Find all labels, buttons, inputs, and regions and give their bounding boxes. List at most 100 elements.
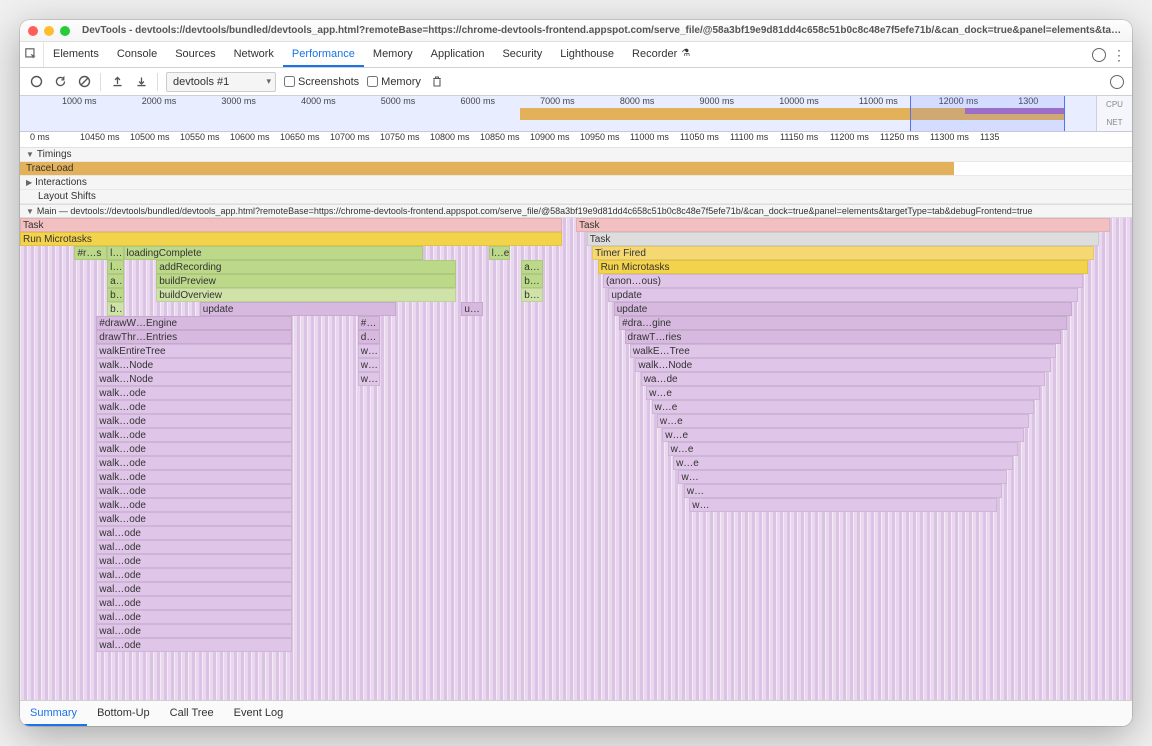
selection-range[interactable]	[910, 96, 1066, 131]
flame-entry[interactable]: walk…ode	[96, 470, 292, 484]
flame-entry[interactable]: #r…s	[74, 246, 107, 260]
tab-elements[interactable]: Elements	[44, 42, 108, 67]
flame-entry[interactable]: a…	[521, 260, 543, 274]
flame-entry[interactable]: a…	[107, 274, 123, 288]
tab-recorder[interactable]: Recorder ⚗	[623, 42, 699, 67]
flame-entry[interactable]: Task	[576, 218, 1110, 232]
flame-entry[interactable]: walk…ode	[96, 512, 292, 526]
details-tab-event-log[interactable]: Event Log	[224, 701, 294, 726]
maximize-button[interactable]	[60, 26, 70, 36]
flame-entry[interactable]: w…e	[673, 456, 1013, 470]
flame-entry[interactable]: l…	[107, 246, 123, 260]
flame-entry[interactable]: w…e	[652, 400, 1035, 414]
flame-entry[interactable]: Task	[587, 232, 1099, 246]
flame-entry[interactable]: w…e	[668, 442, 1019, 456]
download-button[interactable]	[133, 74, 149, 90]
flame-entry[interactable]: w…	[678, 470, 1007, 484]
flame-entry[interactable]: b…	[107, 288, 123, 302]
inspect-icon[interactable]	[20, 42, 44, 67]
flame-entry[interactable]: Timer Fired	[592, 246, 1094, 260]
tab-memory[interactable]: Memory	[364, 42, 422, 67]
flame-entry[interactable]: d…	[358, 330, 380, 344]
flame-entry[interactable]: drawT…ries	[625, 330, 1062, 344]
minimize-button[interactable]	[44, 26, 54, 36]
flame-entry[interactable]: addRecording	[156, 260, 456, 274]
flame-entry[interactable]: walk…ode	[96, 456, 292, 470]
flame-entry[interactable]: #drawW…Engine	[96, 316, 292, 330]
tab-security[interactable]: Security	[493, 42, 551, 67]
flame-entry[interactable]: drawThr…Entries	[96, 330, 292, 344]
flame-entry[interactable]: w…	[684, 484, 1002, 498]
flame-entry[interactable]: wal…ode	[96, 568, 292, 582]
flame-entry[interactable]: w…	[358, 372, 380, 386]
flame-entry[interactable]: l…	[107, 260, 123, 274]
flame-entry[interactable]: l…e	[489, 246, 511, 260]
layout-shifts-header[interactable]: Layout Shifts	[20, 190, 1132, 204]
flame-entry[interactable]: b…	[521, 288, 543, 302]
flame-entry[interactable]: walkEntireTree	[96, 344, 292, 358]
settings-icon[interactable]	[1092, 48, 1106, 62]
tab-console[interactable]: Console	[108, 42, 166, 67]
more-icon[interactable]: ⋮	[1112, 48, 1126, 62]
flame-entry[interactable]: loadingComplete	[124, 246, 424, 260]
memory-checkbox[interactable]: Memory	[367, 76, 421, 88]
screenshots-checkbox[interactable]: Screenshots	[284, 76, 359, 88]
interactions-header[interactable]: ▶Interactions	[20, 176, 1132, 190]
clear-button[interactable]	[76, 74, 92, 90]
timings-header[interactable]: ▼Timings	[20, 148, 1132, 162]
flame-entry[interactable]: wal…ode	[96, 582, 292, 596]
flame-entry[interactable]: buildOverview	[156, 288, 456, 302]
tab-performance[interactable]: Performance	[283, 42, 364, 67]
main-thread-header[interactable]: ▼Main — devtools://devtools/bundled/devt…	[20, 204, 1132, 218]
capture-settings-icon[interactable]	[1110, 75, 1124, 89]
tab-application[interactable]: Application	[422, 42, 494, 67]
flame-entry[interactable]: Run Microtasks	[20, 232, 562, 246]
flame-entry[interactable]: u…	[461, 302, 483, 316]
details-tab-bottom-up[interactable]: Bottom-Up	[87, 701, 160, 726]
flame-entry[interactable]: (anon…ous)	[603, 274, 1083, 288]
overview-timeline[interactable]: 1000 ms2000 ms3000 ms4000 ms5000 ms6000 …	[20, 96, 1132, 132]
flame-entry[interactable]: wal…ode	[96, 638, 292, 652]
flame-entry[interactable]: wal…ode	[96, 554, 292, 568]
flame-entry[interactable]: w…	[358, 344, 380, 358]
flame-entry[interactable]: update	[614, 302, 1072, 316]
traceload-bar[interactable]: TraceLoad	[20, 162, 1132, 176]
details-tab-call-tree[interactable]: Call Tree	[160, 701, 224, 726]
flame-entry[interactable]: walk…Node	[96, 358, 292, 372]
flame-entry[interactable]: walk…ode	[96, 442, 292, 456]
flame-entry[interactable]: wal…ode	[96, 540, 292, 554]
flame-entry[interactable]: walk…ode	[96, 414, 292, 428]
flame-entry[interactable]: walk…ode	[96, 484, 292, 498]
flame-entry[interactable]: walk…ode	[96, 400, 292, 414]
tab-network[interactable]: Network	[225, 42, 283, 67]
flame-entry[interactable]: walkE…Tree	[630, 344, 1056, 358]
flame-entry[interactable]: w…	[358, 358, 380, 372]
reload-button[interactable]	[52, 74, 68, 90]
flame-entry[interactable]: update	[608, 288, 1077, 302]
close-button[interactable]	[28, 26, 38, 36]
details-tab-summary[interactable]: Summary	[20, 701, 87, 726]
tab-lighthouse[interactable]: Lighthouse	[551, 42, 623, 67]
tab-sources[interactable]: Sources	[166, 42, 224, 67]
flame-entry[interactable]: walk…Node	[635, 358, 1050, 372]
flame-entry[interactable]: walk…ode	[96, 386, 292, 400]
flame-entry[interactable]: wal…ode	[96, 610, 292, 624]
delete-button[interactable]	[429, 74, 445, 90]
flame-entry[interactable]: buildPreview	[156, 274, 456, 288]
flame-entry[interactable]: walk…Node	[96, 372, 292, 386]
flame-entry[interactable]: update	[200, 302, 396, 316]
flame-chart[interactable]: TaskRun Microtasks#r…sl…loadingCompletel…	[20, 218, 1132, 700]
flame-entry[interactable]: b…	[107, 302, 123, 316]
flame-entry[interactable]: w…	[689, 498, 996, 512]
upload-button[interactable]	[109, 74, 125, 90]
flame-entry[interactable]: w…e	[657, 414, 1029, 428]
record-button[interactable]	[28, 74, 44, 90]
flame-entry[interactable]: Run Microtasks	[598, 260, 1089, 274]
flame-entry[interactable]: walk…ode	[96, 428, 292, 442]
flame-entry[interactable]: Task	[20, 218, 562, 232]
flame-entry[interactable]: b…	[521, 274, 543, 288]
profile-select[interactable]: devtools #1	[166, 72, 276, 92]
flame-entry[interactable]: #dra…gine	[619, 316, 1067, 330]
flame-entry[interactable]: wa…de	[641, 372, 1045, 386]
flame-entry[interactable]: w…e	[646, 386, 1040, 400]
